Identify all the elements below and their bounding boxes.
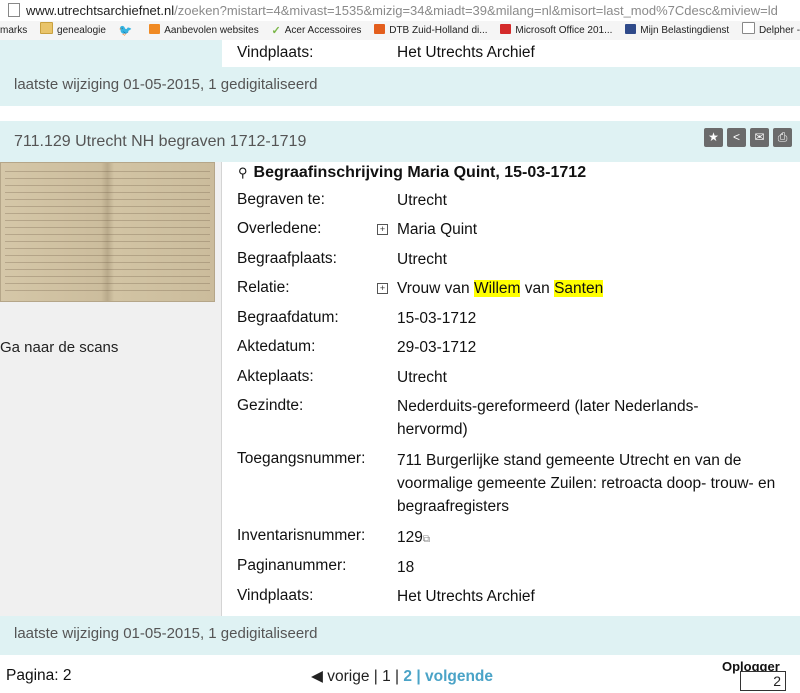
bookmark-office[interactable]: Microsoft Office 201... bbox=[500, 21, 612, 40]
next-link[interactable]: volgende bbox=[425, 668, 493, 685]
relatie-label: Relatie: bbox=[237, 279, 290, 296]
address-bar[interactable]: www.utrechtsarchiefnet.nl/zoeken?mistart… bbox=[0, 0, 800, 22]
akteplaats-value: Utrecht bbox=[397, 369, 447, 386]
begraafplaats-label: Begraafplaats: bbox=[237, 250, 337, 267]
page-1-link[interactable]: 1 bbox=[382, 668, 391, 685]
grave-icon: ⚲ bbox=[238, 165, 248, 180]
highlight-willem: Willem bbox=[473, 280, 521, 297]
external-link-icon: ⧉ bbox=[422, 534, 431, 545]
url-host: www.utrechtsarchiefnet.nl bbox=[26, 3, 175, 18]
aktedatum-label: Aktedatum: bbox=[237, 338, 316, 355]
twitter-icon: 🐦 bbox=[118, 25, 133, 37]
begraafdatum-value: 15-03-1712 bbox=[397, 310, 477, 327]
gezindte-label: Gezindte: bbox=[237, 397, 304, 414]
prev-arrow-icon[interactable]: ◀ bbox=[311, 668, 323, 685]
bookmark-genealogie[interactable]: genealogie bbox=[40, 21, 106, 40]
begraven-te-value: Utrecht bbox=[397, 192, 447, 209]
gezindte-value: Nederduits-gereformeerd (later Nederland… bbox=[397, 398, 699, 438]
bookmark-twitter[interactable]: 🐦 bbox=[118, 21, 137, 40]
akteplaats-label: Akteplaats: bbox=[237, 368, 314, 385]
share-icon[interactable]: < bbox=[727, 128, 746, 147]
dtb-icon bbox=[374, 24, 386, 34]
bookmark-aanbevolen[interactable]: Aanbevolen websites bbox=[149, 21, 259, 40]
page-nav: ◀ vorige | 1 | 2 | volgende bbox=[311, 668, 494, 685]
vindplaats-label: Vindplaats: bbox=[237, 587, 314, 604]
aanbevolen-icon bbox=[149, 24, 161, 34]
print-icon[interactable]: ⎙ bbox=[773, 128, 792, 147]
email-icon[interactable]: ✉ bbox=[750, 128, 769, 147]
youtube-icon bbox=[500, 24, 512, 34]
inventarisnummer-value[interactable]: 129⧉ bbox=[397, 526, 777, 551]
folder-icon bbox=[40, 22, 54, 34]
page-label: Pagina: 2 bbox=[6, 667, 72, 684]
record-card: 711.129 Utrecht NH begraven 1712-1719 ★ <… bbox=[0, 121, 800, 616]
expand-overledene-icon[interactable]: + bbox=[377, 224, 388, 235]
url-path: /zoeken?mistart=4&mivast=1535&mizig=34&m… bbox=[174, 3, 778, 18]
relatie-value: Vrouw van Willem van Santen bbox=[397, 280, 604, 297]
bookmark-acer[interactable]: ✓ Acer Accessoires bbox=[271, 21, 362, 40]
overledene-value: Maria Quint bbox=[397, 221, 478, 238]
record-status: laatste wijziging 01-05-2015, 1 gedigita… bbox=[0, 616, 800, 655]
record-heading: ⚲ Begraafinschrijving Maria Quint, 15-03-… bbox=[238, 164, 587, 181]
bookmark-delpher[interactable]: Delpher - Boeken bbox=[741, 21, 800, 40]
record-title: 711.129 Utrecht NH begraven 1712-1719 bbox=[14, 133, 307, 150]
scan-link[interactable]: Ga naar de scans bbox=[0, 339, 118, 356]
record-details: ⚲ Begraafinschrijving Maria Quint, 15-03-… bbox=[222, 162, 800, 616]
previous-record-status: laatste wijziging 01-05-2015, 1 gedigita… bbox=[0, 67, 800, 106]
belastingdienst-icon bbox=[625, 24, 637, 34]
previous-vindplaats-value: Het Utrechts Archief bbox=[397, 44, 535, 61]
pagination: Pagina: 2 ◀ vorige | 1 | 2 | volgende Op… bbox=[0, 655, 800, 693]
previous-record-vindplaats-row: Vindplaats: Het Utrechts Archief bbox=[0, 40, 800, 67]
highlight-santen: Santen bbox=[554, 280, 604, 297]
begraafplaats-value: Utrecht bbox=[397, 251, 447, 268]
vindplaats-value: Het Utrechts Archief bbox=[397, 588, 535, 605]
bookmarks-bar: marks genealogie 🐦 Aanbevolen websites ✓… bbox=[0, 21, 800, 41]
paginanummer-label: Paginanummer: bbox=[237, 557, 347, 574]
acer-icon: ✓ bbox=[271, 25, 281, 37]
page-number-input[interactable]: 2 bbox=[740, 671, 786, 691]
overledene-label: Overledene: bbox=[237, 220, 322, 237]
aktedatum-value: 29-03-1712 bbox=[397, 339, 477, 356]
bookmark-icon[interactable]: ★ bbox=[704, 128, 723, 147]
record-toolbar: ★ < ✉ ⎙ bbox=[700, 128, 792, 147]
toegangsnummer-label: Toegangsnummer: bbox=[237, 450, 366, 467]
begraven-te-label: Begraven te: bbox=[237, 191, 325, 208]
current-page: 2 bbox=[403, 668, 413, 685]
previous-vindplaats-label: Vindplaats: bbox=[237, 44, 314, 61]
begraafdatum-label: Begraafdatum: bbox=[237, 309, 339, 326]
expand-relatie-icon[interactable]: + bbox=[377, 283, 388, 294]
page-icon bbox=[8, 3, 20, 17]
toegangsnummer-value: 711 Burgerlijke stand gemeente Utrecht e… bbox=[397, 452, 776, 515]
bookmark-belasting[interactable]: Mijn Belastingdienst bbox=[625, 21, 729, 40]
paginanummer-value: 18 bbox=[397, 559, 415, 576]
prev-link[interactable]: vorige bbox=[327, 668, 369, 685]
bookmark-marks[interactable]: marks bbox=[0, 21, 27, 40]
scan-column: Ga naar de scans bbox=[0, 162, 222, 616]
scan-thumbnail[interactable] bbox=[0, 162, 215, 302]
inventarisnummer-label: Inventarisnummer: bbox=[237, 527, 366, 544]
bookmark-dtb[interactable]: DTB Zuid-Holland di... bbox=[374, 21, 488, 40]
delpher-icon bbox=[741, 22, 755, 34]
